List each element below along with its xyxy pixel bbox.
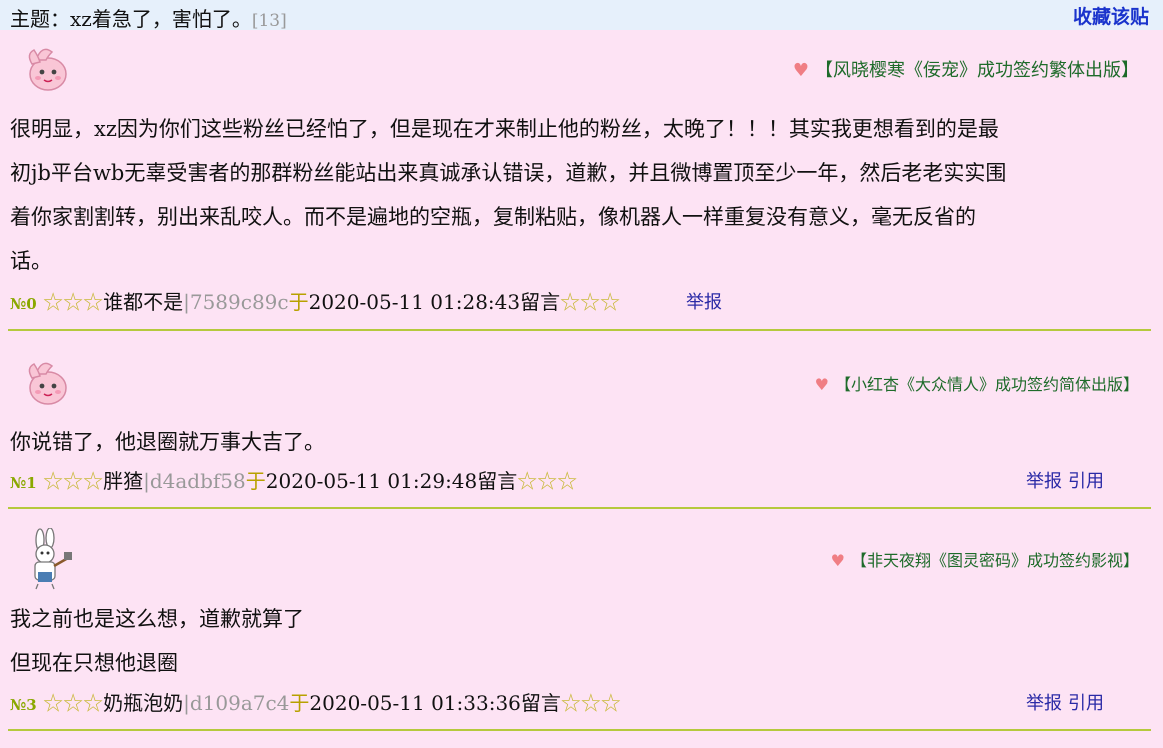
post-text-line: 很明显，xz因为你们这些粉丝已经怕了，但是现在才来制止他的粉丝，太晚了！！！其实… <box>10 117 999 141</box>
post-divider <box>8 507 1151 509</box>
topic-header: 主题：xz着急了，害怕了。[13] 收藏该贴 <box>0 0 1163 32</box>
ad-text: 【风晓樱寒《佞宠》成功签约繁体出版】 <box>815 60 1139 81</box>
avatar-pink-creature-icon <box>28 48 67 91</box>
star-rating-icon: ☆☆☆ <box>517 469 578 493</box>
post-text-line: 初jb平台wb无辜受害者的那群粉丝能站出来真诚承认错误，道歉，并且微博置顶至少一… <box>10 161 1007 185</box>
post-text-line: 你说错了，他退圈就万事大吉了。 <box>10 430 325 454</box>
ad-text: 【非天夜翔《图灵密码》成功签约影视】 <box>850 551 1139 570</box>
message-label: 留言 <box>520 290 561 314</box>
report-link[interactable]: 举报 <box>1026 693 1062 714</box>
post-text-line: 着你家割割转，别出来乱咬人。而不是遍地的空瓶，复制粘贴，像机器人一样重复没有意义… <box>10 205 976 229</box>
at-label: 于 <box>288 290 309 314</box>
at-label: 于 <box>245 469 266 493</box>
post-meta: №0 ☆☆☆谁都不是|7589c89c于2020-05-11 01:28:43留… <box>10 286 620 315</box>
star-rating-icon: ☆☆☆ <box>560 691 621 715</box>
ad-banner[interactable]: ♥ 【风晓樱寒《佞宠》成功签约繁体出版】 <box>793 56 1139 82</box>
message-label: 留言 <box>520 691 561 715</box>
post-meta: №3 ☆☆☆奶瓶泡奶|d109a7c4于2020-05-11 01:33:36留… <box>10 687 621 716</box>
post-divider <box>8 729 1151 731</box>
topic-title-text: xz着急了，害怕了。 <box>70 7 252 31</box>
quote-link[interactable]: 引用 <box>1068 471 1104 492</box>
author-name: 奶瓶泡奶 <box>103 691 184 715</box>
message-label: 留言 <box>477 469 518 493</box>
heart-icon: ♥ <box>830 551 845 570</box>
post-actions: 举报 <box>686 288 722 314</box>
post-datetime: 2020-05-11 01:28:43 <box>308 290 521 314</box>
star-rating-icon: ☆☆☆ <box>560 290 621 314</box>
quote-link[interactable]: 引用 <box>1068 693 1104 714</box>
post-divider <box>8 329 1151 331</box>
avatar-pink-creature-icon <box>28 362 67 405</box>
floor-number: №1 <box>10 474 37 492</box>
reply-count: [13] <box>251 11 287 31</box>
heart-icon: ♥ <box>792 60 809 81</box>
author-hash: |7589c89c <box>183 290 289 314</box>
ad-text: 【小红杏《大众情人》成功签约简体出版】 <box>834 375 1139 394</box>
at-label: 于 <box>289 691 310 715</box>
ad-banner[interactable]: ♥ 【非天夜翔《图灵密码》成功签约影视】 <box>831 547 1139 571</box>
report-link[interactable]: 举报 <box>686 292 722 313</box>
post-text-line: 但现在只想他退圈 <box>10 651 178 675</box>
post-text-line: 话。 <box>10 249 52 273</box>
topic-title: 主题：xz着急了，害怕了。[13] <box>10 3 287 32</box>
star-rating-icon: ☆☆☆ <box>43 290 104 314</box>
author-name: 谁都不是 <box>103 290 184 314</box>
favorite-thread-link[interactable]: 收藏该贴 <box>1073 2 1149 29</box>
post-text-line: 我之前也是这么想，道歉就算了 <box>10 607 304 631</box>
author-hash: |d4adbf58 <box>143 469 246 493</box>
post-meta: №1 ☆☆☆胖猹|d4adbf58于2020-05-11 01:29:48留言☆… <box>10 465 577 494</box>
avatar-rabbit-icon <box>34 528 72 590</box>
author-hash: |d109a7c4 <box>183 691 290 715</box>
post-datetime: 2020-05-11 01:33:36 <box>309 691 521 715</box>
floor-number: №3 <box>10 696 37 714</box>
ad-banner[interactable]: ♥ 【小红杏《大众情人》成功签约简体出版】 <box>815 371 1139 395</box>
post-actions: 举报 引用 <box>1026 689 1104 715</box>
star-rating-icon: ☆☆☆ <box>43 691 104 715</box>
post-actions: 举报 引用 <box>1026 467 1104 493</box>
report-link[interactable]: 举报 <box>1026 471 1062 492</box>
topic-prefix: 主题： <box>10 7 70 31</box>
star-rating-icon: ☆☆☆ <box>43 469 104 493</box>
post-datetime: 2020-05-11 01:29:48 <box>265 469 478 493</box>
floor-number: №0 <box>10 295 37 313</box>
heart-icon: ♥ <box>814 375 829 394</box>
author-name: 胖猹 <box>103 469 144 493</box>
